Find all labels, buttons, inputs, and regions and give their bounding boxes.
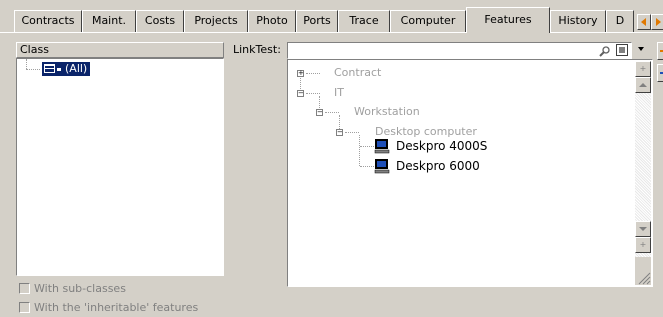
tree-connector (325, 112, 339, 114)
tree-scrollbar[interactable]: + + (635, 61, 651, 285)
tab-features[interactable]: Features (466, 7, 550, 33)
class-item-label: (All) (65, 62, 88, 75)
computer-icon (374, 159, 390, 174)
tab-photo[interactable]: Photo (248, 10, 296, 32)
scroll-up-button[interactable] (635, 77, 651, 93)
tab-costs[interactable]: Costs (136, 10, 184, 32)
chevron-down-icon (637, 47, 644, 51)
inheritable-checkbox-row[interactable]: With the 'inheritable' features (19, 301, 198, 315)
collapse-icon[interactable]: − (336, 129, 343, 136)
tab-divider (0, 32, 663, 33)
feature-tree[interactable]: + Contract − IT − Workstation − Desktop … (287, 59, 653, 287)
scroll-plus-bottom-button[interactable]: + (635, 237, 651, 253)
tree-connector (345, 132, 359, 134)
inheritable-checkbox[interactable] (19, 301, 30, 313)
list-icon (619, 47, 625, 53)
tree-connector (360, 166, 374, 168)
tree-connector (306, 93, 320, 95)
sub-classes-checkbox[interactable] (19, 282, 30, 294)
resize-grip[interactable] (635, 257, 651, 285)
tab-ports[interactable]: Ports (296, 10, 338, 32)
tree-node-it[interactable]: IT (334, 86, 344, 100)
resize-grip-icon (638, 272, 651, 285)
tree-node-desktop-computer[interactable]: Desktop computer (375, 125, 477, 139)
tab-contracts[interactable]: Contracts (14, 10, 82, 32)
collapse-icon[interactable]: − (316, 109, 323, 116)
class-tree[interactable]: (All) (16, 58, 224, 276)
class-column-header[interactable]: Class (16, 42, 224, 58)
search-icon[interactable] (599, 45, 611, 57)
sub-classes-checkbox-row[interactable]: With sub-classes (19, 282, 126, 296)
tab-scroll-left-button[interactable] (637, 14, 651, 30)
class-item-all[interactable]: (All) (42, 62, 91, 76)
arrow-left-icon (641, 18, 646, 26)
tab-history[interactable]: History (550, 10, 606, 32)
add-button[interactable] (657, 42, 663, 60)
table-icon (44, 63, 55, 73)
arrow-right-icon (656, 18, 661, 26)
tree-node-deskpro-4000s[interactable]: Deskpro 4000S (396, 139, 487, 153)
tree-connector (26, 69, 40, 71)
tab-projects[interactable]: Projects (184, 10, 248, 32)
tab-d[interactable]: D (606, 10, 634, 32)
scroll-down-button[interactable] (635, 221, 651, 237)
tree-node-contract[interactable]: Contract (334, 66, 381, 80)
linktest-label: LinkTest: (233, 43, 281, 56)
plus-icon (660, 50, 663, 52)
tree-connector (306, 73, 320, 75)
tab-computer[interactable]: Computer (390, 10, 466, 32)
scroll-plus-top-button[interactable]: + (635, 61, 651, 77)
tree-connector (360, 146, 374, 148)
arrow-up-icon (639, 83, 647, 87)
tab-scroll-right-button[interactable] (651, 14, 663, 30)
tree-connector (359, 135, 361, 166)
sub-classes-label: With sub-classes (34, 282, 126, 295)
collapse-icon[interactable]: − (297, 90, 304, 97)
remove-button[interactable] (657, 64, 663, 82)
list-view-button[interactable] (616, 44, 628, 56)
inheritable-label: With the 'inheritable' features (34, 301, 199, 314)
tree-node-deskpro-6000[interactable]: Deskpro 6000 (396, 159, 480, 173)
tree-connector (26, 59, 28, 69)
minus-icon (660, 72, 663, 74)
tab-maint[interactable]: Maint. (82, 10, 136, 32)
computer-icon (374, 139, 390, 154)
arrow-down-icon (639, 227, 647, 231)
tree-node-workstation[interactable]: Workstation (354, 105, 420, 119)
dash-icon (57, 67, 61, 71)
expand-icon[interactable]: + (297, 70, 304, 77)
tab-strip: Contracts Maint. Costs Projects Photo Po… (0, 0, 663, 34)
linktest-input[interactable] (287, 42, 632, 59)
dropdown-button[interactable] (634, 44, 647, 57)
tab-trace[interactable]: Trace (338, 10, 390, 32)
